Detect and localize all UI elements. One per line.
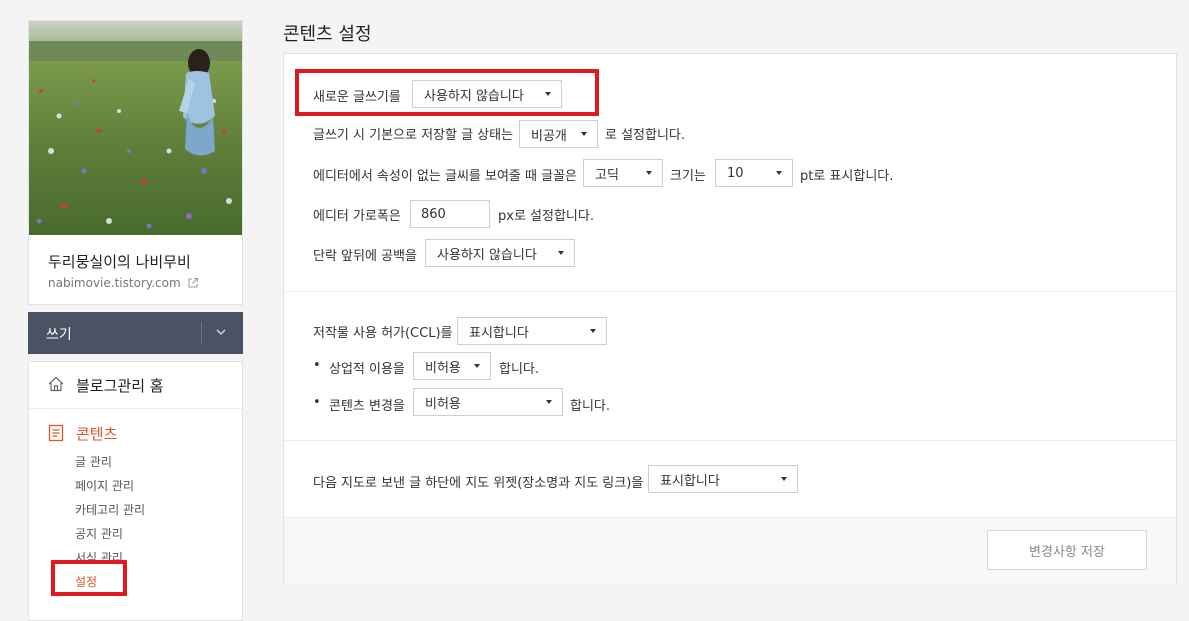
ccl-select[interactable]: 표시합니다 <box>457 317 607 345</box>
dropdown-arrow-icon <box>781 477 787 481</box>
dropdown-arrow-icon <box>581 132 587 136</box>
dropdown-arrow-icon <box>546 400 552 404</box>
highlight-box-settings <box>51 560 127 596</box>
panel-footer: 변경사항 저장 <box>284 517 1176 583</box>
blog-title[interactable]: 두리뭉실이의 나비무비 <box>48 251 191 272</box>
default-status-label: 글쓰기 시 기본으로 저장할 글 상태는 <box>313 128 514 143</box>
modify-select[interactable]: 비허용 <box>413 388 563 416</box>
section-divider <box>284 291 1176 292</box>
save-changes-button[interactable]: 변경사항 저장 <box>987 530 1147 570</box>
write-button[interactable]: 쓰기 <box>46 324 72 344</box>
map-widget-select[interactable]: 표시합니다 <box>648 465 798 493</box>
font-family-select[interactable]: 고딕 <box>583 159 663 187</box>
commercial-select[interactable]: 비허용 <box>413 352 491 380</box>
blog-profile-image[interactable] <box>29 21 242 235</box>
dropdown-arrow-icon <box>474 364 480 368</box>
map-widget-label: 다음 지도로 보낸 글 하단에 지도 위젯(장소명과 지도 링크)을 <box>313 476 644 491</box>
menu-home-label: 블로그관리 홈 <box>76 377 164 395</box>
blog-profile-card: 두리뭉실이의 나비무비 nabimovie.tistory.com <box>28 20 243 305</box>
sub-item-notice-manage[interactable]: 공지 관리 <box>75 525 123 542</box>
write-button-bar[interactable]: 쓰기 <box>28 312 243 354</box>
modify-suffix: 합니다. <box>570 399 611 414</box>
blog-url-text: nabimovie.tistory.com <box>48 276 181 290</box>
font-size-select[interactable]: 10 <box>715 159 793 187</box>
external-link-icon <box>188 278 198 288</box>
modify-label: 콘텐츠 변경을 <box>329 399 405 414</box>
font-family-select-value: 고딕 <box>595 167 619 183</box>
default-status-select-value: 비공개 <box>531 128 567 144</box>
ccl-label: 저작물 사용 허가(CCL)를 <box>313 326 453 341</box>
default-status-suffix: 로 설정합니다. <box>605 128 686 143</box>
sub-item-category-manage[interactable]: 카테고리 관리 <box>75 501 145 518</box>
font-label: 에디터에서 속성이 없는 글씨를 보여줄 때 글꼴은 <box>313 169 577 184</box>
commercial-label: 상업적 이용을 <box>329 362 405 377</box>
dropdown-arrow-icon <box>558 251 564 255</box>
page-title: 콘텐츠 설정 <box>283 24 372 45</box>
font-size-suffix: pt로 표시합니다. <box>800 169 894 184</box>
font-size-select-value: 10 <box>727 165 744 181</box>
bullet-commercial: • <box>313 358 321 373</box>
default-status-select[interactable]: 비공개 <box>519 120 598 148</box>
paragraph-space-label: 단락 앞뒤에 공백을 <box>313 249 417 264</box>
paragraph-space-select[interactable]: 사용하지 않습니다 <box>425 239 575 267</box>
sub-item-page-manage[interactable]: 페이지 관리 <box>75 477 134 494</box>
editor-width-suffix: px로 설정합니다. <box>498 209 594 224</box>
blog-url-link[interactable]: nabimovie.tistory.com <box>48 276 199 290</box>
dropdown-arrow-icon <box>776 171 782 175</box>
menu-item-contents[interactable]: 콘텐츠 <box>76 423 117 444</box>
menu-item-blog-home[interactable]: 블로그관리 홈 <box>29 362 242 409</box>
bullet-modify: • <box>313 395 321 410</box>
document-icon <box>48 424 64 442</box>
dropdown-arrow-icon <box>646 171 652 175</box>
write-divider <box>201 322 202 344</box>
map-widget-select-value: 표시합니다 <box>660 473 720 489</box>
editor-width-input-value: 860 <box>421 206 446 222</box>
editor-width-input[interactable]: 860 <box>410 200 490 228</box>
sub-item-post-manage[interactable]: 글 관리 <box>75 453 112 470</box>
dropdown-arrow-icon <box>590 329 596 333</box>
ccl-select-value: 표시합니다 <box>469 325 529 341</box>
editor-width-label: 에디터 가로폭은 <box>313 209 401 224</box>
settings-panel: 새로운 글쓰기를 사용하지 않습니다 글쓰기 시 기본으로 저장할 글 상태는 … <box>283 53 1177 583</box>
commercial-suffix: 합니다. <box>499 362 540 377</box>
font-size-label: 크기는 <box>670 169 706 184</box>
highlight-box-new-editor <box>295 69 599 116</box>
chevron-down-icon[interactable] <box>214 325 228 339</box>
paragraph-space-select-value: 사용하지 않습니다 <box>437 247 537 263</box>
commercial-select-value: 비허용 <box>425 360 461 376</box>
home-icon <box>48 376 64 392</box>
section-divider <box>284 440 1176 441</box>
modify-select-value: 비허용 <box>425 396 461 412</box>
